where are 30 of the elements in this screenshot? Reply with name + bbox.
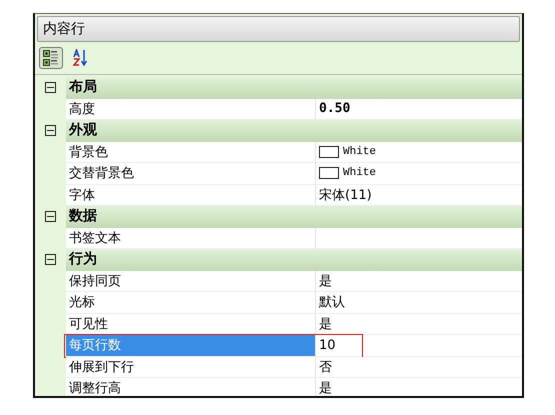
property-name[interactable]: 光标: [66, 292, 315, 314]
property-value[interactable]: White: [343, 167, 376, 180]
property-value[interactable]: 否: [319, 358, 332, 376]
category-header[interactable]: 外观: [66, 120, 522, 142]
property-name[interactable]: 保持同页: [66, 270, 315, 292]
property-value[interactable]: 0.50: [319, 101, 350, 116]
property-name[interactable]: 高度: [66, 98, 315, 120]
property-name[interactable]: 可见性: [66, 314, 315, 335]
collapse-icon[interactable]: [45, 254, 56, 266]
category-header[interactable]: 数据: [66, 206, 522, 228]
property-name[interactable]: 背景色: [66, 142, 315, 163]
category-header[interactable]: 布局: [66, 77, 522, 98]
property-value[interactable]: 是: [319, 314, 332, 333]
collapse-icon[interactable]: [45, 211, 56, 222]
property-value[interactable]: 是: [319, 272, 332, 290]
categorized-icon: [43, 49, 59, 67]
property-name[interactable]: 书签文本: [66, 228, 315, 249]
property-value[interactable]: 是: [319, 379, 332, 396]
property-name[interactable]: 调整行高: [66, 378, 315, 396]
panel-title: 内容行: [37, 16, 520, 42]
collapse-icon[interactable]: [45, 82, 56, 94]
property-name[interactable]: 字体: [66, 184, 315, 206]
collapse-icon[interactable]: [45, 125, 56, 136]
property-name[interactable]: 伸展到下行: [66, 356, 315, 378]
categorized-button[interactable]: [39, 47, 63, 69]
property-value[interactable]: White: [343, 146, 376, 158]
sort-icon: [73, 49, 89, 67]
property-value[interactable]: 默认: [319, 293, 345, 312]
category-header[interactable]: 行为: [66, 249, 522, 270]
property-name[interactable]: 交替背景色: [66, 163, 315, 184]
